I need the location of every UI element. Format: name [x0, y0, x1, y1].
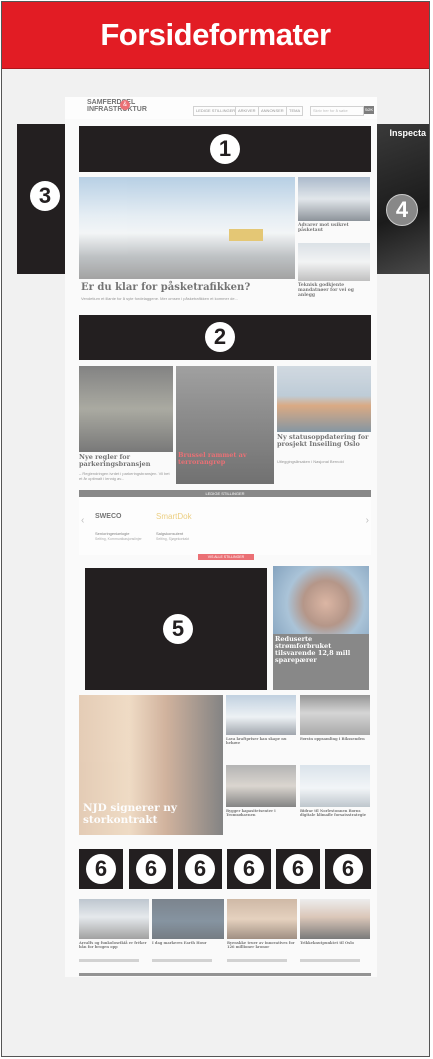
- marker-6d: 6: [234, 854, 264, 884]
- feature-image[interactable]: [273, 566, 369, 634]
- jobs-list: ‹ SWECO Senioringeniørlogie Selting, Kom…: [79, 497, 371, 555]
- bottom-headline-4[interactable]: Trikkeknutpunktet til Oslo: [300, 941, 370, 945]
- job-title-1[interactable]: Senioringeniørlogie: [95, 531, 129, 536]
- logo-mark: &: [120, 100, 130, 110]
- row2-image-3[interactable]: [277, 366, 371, 432]
- title-banner: Forsideformater: [2, 2, 429, 69]
- top-right-headline-2[interactable]: Teknisk godkjente mandatnøer for vei og …: [298, 283, 370, 298]
- marker-6f: 6: [333, 854, 363, 884]
- nav-arkiver[interactable]: ARKIVER: [235, 106, 259, 116]
- marker-5: 5: [163, 614, 193, 644]
- jobs-next-icon[interactable]: ›: [366, 515, 369, 526]
- grid-image-1[interactable]: [226, 695, 296, 735]
- marker-6c: 6: [185, 854, 215, 884]
- row2-headline-1[interactable]: Nye regler for parkeringsbransjen: [79, 454, 173, 468]
- top-right-headline-1[interactable]: Advarer mot usikret påsketaut: [298, 223, 370, 233]
- marker-6e: 6: [283, 854, 313, 884]
- top-right-image-1[interactable]: [298, 177, 370, 221]
- bottom-headline-2[interactable]: I dag markeres Earth Hour: [152, 941, 224, 945]
- grid-image-4[interactable]: [300, 765, 370, 807]
- marker-2: 2: [205, 322, 235, 352]
- bottom-image-4[interactable]: [300, 899, 370, 939]
- feature-headline[interactable]: Reduserte strømforbruket tilsvarende 12,…: [273, 634, 369, 690]
- nav-tema[interactable]: TEMA: [286, 106, 304, 116]
- website-preview: SAMFERDSEL INFRASTRUKTUR & LEDIGE STILLI…: [65, 97, 377, 977]
- search-button[interactable]: SØK: [364, 106, 374, 114]
- marker-3: 3: [30, 181, 60, 211]
- marker-6a: 6: [86, 854, 116, 884]
- grid-main-headline[interactable]: NJD signerer ny storkontrakt: [83, 802, 219, 826]
- bottom-headline-1[interactable]: Arealfs og funkolosrikiå er fréker bån f…: [79, 941, 149, 949]
- grid-image-3[interactable]: [226, 765, 296, 807]
- top-story-sub: Vendetium et illante for å syte fordelag…: [81, 296, 238, 301]
- marker-4: 4: [386, 194, 418, 226]
- page-end-bar: [79, 973, 371, 976]
- bottom-headline-3[interactable]: Ryenskke truer av innovatives for 126 mi…: [227, 941, 297, 949]
- row2-image-1[interactable]: [79, 366, 173, 452]
- bottom-image-2[interactable]: [152, 899, 224, 939]
- job-brand-2[interactable]: SmartDok: [156, 512, 192, 521]
- placeholder-text-line: [300, 959, 360, 962]
- grid-headline-1[interactable]: Lava kraftpriser kan skape nu hehøve: [226, 737, 296, 745]
- placeholder-text-line: [152, 959, 212, 962]
- grid-headline-4[interactable]: Bidrar til Norlestonnen Borns digitale k…: [300, 809, 370, 817]
- nav-annonser[interactable]: ANNONSER: [258, 106, 287, 116]
- job-sub-1: Selting, Kommunikasjonslinjer: [95, 537, 142, 541]
- marker-1: 1: [210, 134, 240, 164]
- job-brand-1[interactable]: SWECO: [95, 513, 121, 520]
- row2-sub-1: – Reglendringen ivrdet i parkeringsbrans…: [79, 471, 170, 481]
- search-input[interactable]: Skriv her for å søke: [310, 106, 364, 116]
- job-sub-2: Selting, Sjøgekontakt: [156, 537, 190, 541]
- top-story-headline[interactable]: Er du klar for påsketrafikken?: [81, 282, 295, 293]
- jobs-bar: LEDIGE STILLINGER: [79, 490, 371, 497]
- job-title-2[interactable]: Salgskonsulent: [156, 531, 183, 536]
- placeholder-text-line: [79, 959, 139, 962]
- top-right-image-2[interactable]: [298, 243, 370, 281]
- grid-image-2[interactable]: [300, 695, 370, 735]
- jobs-title: LEDIGE STILLINGER: [205, 491, 245, 496]
- site-logo[interactable]: SAMFERDSEL INFRASTRUKTUR: [87, 99, 147, 113]
- row2-headline-2[interactable]: Brussel rammet av terrorangrep: [178, 452, 272, 466]
- marker-6b: 6: [136, 854, 166, 884]
- row2-headline-3[interactable]: Ny statusoppdatering for prosjekt Inseil…: [277, 434, 371, 448]
- grid-headline-3[interactable]: Bygger kapasitetsenter i Tromsøhavnen: [226, 809, 296, 817]
- jobs-prev-icon[interactable]: ‹: [81, 515, 84, 526]
- placeholder-text-line: [227, 959, 287, 962]
- bottom-image-1[interactable]: [79, 899, 149, 939]
- grid-headline-2[interactable]: Førstn oppsamling i Rikssenden: [300, 737, 370, 741]
- bottom-image-3[interactable]: [227, 899, 297, 939]
- page-title: Forsideformater: [100, 17, 331, 52]
- site-header: SAMFERDSEL INFRASTRUKTUR & LEDIGE STILLI…: [65, 97, 377, 119]
- page-frame: Forsideformater 3 Inspecta 4 SAMFERDSEL …: [1, 1, 430, 1057]
- jobs-all-button[interactable]: VIS ALLE STILLINGER: [198, 554, 254, 560]
- nav-ledige-stillinger[interactable]: LEDIGE STILLINGER: [193, 106, 239, 116]
- ad-brand: Inspecta: [389, 128, 426, 138]
- top-story-image[interactable]: [79, 177, 295, 279]
- row2-image-2[interactable]: [176, 366, 274, 484]
- row2-sub-3: Utleggingsårsaken i Nasjonal Bernold: [277, 459, 344, 464]
